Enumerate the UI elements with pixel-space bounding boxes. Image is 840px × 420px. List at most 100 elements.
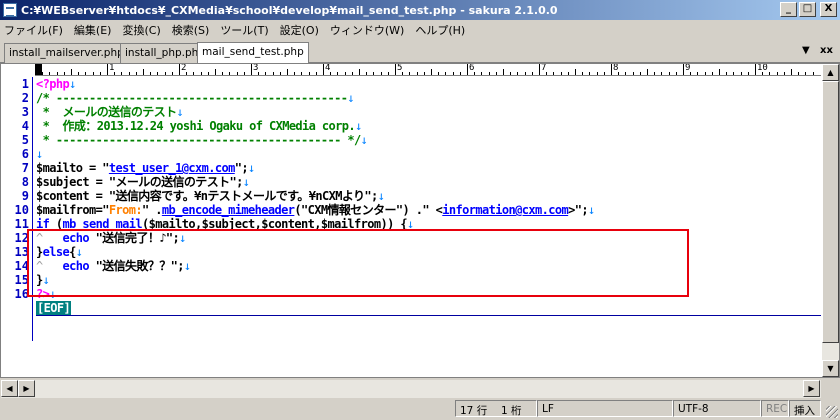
line-number: 13 xyxy=(14,245,29,259)
ruler-tick xyxy=(488,72,490,75)
line-number: 7 xyxy=(21,161,29,175)
ruler-tick xyxy=(279,72,281,75)
ruler-tick xyxy=(661,72,663,75)
menu-edit[interactable]: 編集(E) xyxy=(74,22,112,38)
menu-tools[interactable]: ツール(T) xyxy=(220,22,268,38)
ruler-tick xyxy=(337,72,339,75)
ruler-tick xyxy=(611,64,612,75)
line-number: 8 xyxy=(21,175,29,189)
ruler-number: 6 xyxy=(469,64,475,73)
app-icon[interactable] xyxy=(3,3,17,17)
mailfrom-link[interactable]: information@cxm.com xyxy=(442,203,568,217)
tab-list-dropdown-icon[interactable]: ▼ xyxy=(802,45,810,56)
ruler-tick xyxy=(596,72,598,75)
ruler-tick xyxy=(366,72,368,75)
menu-search[interactable]: 検索(S) xyxy=(172,22,210,38)
ruler-tick xyxy=(481,72,483,75)
ruler-tick xyxy=(251,64,252,75)
ruler-tick xyxy=(704,72,706,75)
ruler-tick xyxy=(510,72,512,75)
scroll-left-icon[interactable]: ◀ xyxy=(1,380,18,397)
ruler-tick xyxy=(294,72,296,75)
horizontal-scrollbar[interactable]: ◀ ▶ ▶ xyxy=(1,380,821,398)
close-all-tabs-button[interactable]: xx xyxy=(820,45,833,56)
ruler-tick xyxy=(452,72,454,75)
maximize-button[interactable]: □ xyxy=(799,2,816,17)
ruler-tick xyxy=(560,72,562,75)
menu-settings[interactable]: 設定(O) xyxy=(280,22,319,38)
ruler-tick xyxy=(459,72,461,75)
ruler-tick xyxy=(315,72,317,75)
highlight-annotation-box xyxy=(27,229,689,297)
column-ruler: 1 2 3 4 5 6 7 8 9 10 xyxy=(35,64,821,76)
line-number: 12 xyxy=(14,231,29,245)
menu-convert[interactable]: 変換(C) xyxy=(122,22,160,38)
scroll-right-icon[interactable]: ▶ xyxy=(803,380,820,397)
ruler-tick xyxy=(179,64,180,75)
close-button[interactable]: X xyxy=(820,2,837,17)
ruler-tick xyxy=(711,72,713,75)
ruler-tick xyxy=(395,64,396,75)
ruler-tick xyxy=(531,72,533,75)
ruler-tick xyxy=(63,72,65,75)
line-number: 9 xyxy=(21,189,29,203)
ruler-tick xyxy=(135,72,137,75)
ruler-number: 9 xyxy=(685,64,691,73)
ruler-tick xyxy=(812,72,814,75)
scroll-right-arrow-icon[interactable]: ▶ xyxy=(18,380,35,397)
ruler-tick xyxy=(697,72,699,75)
tab-mail-send-test[interactable]: mail_send_test.php xyxy=(197,42,309,64)
ruler-tick xyxy=(49,72,51,75)
code-line-6: ↓ xyxy=(36,147,43,161)
code-line-10: $mailfrom="From:" .mb_encode_mimeheader(… xyxy=(36,203,595,217)
menu-window[interactable]: ウィンドウ(W) xyxy=(330,22,404,38)
ruler-tick xyxy=(553,72,555,75)
encoding: UTF-8 xyxy=(673,400,761,417)
ruler-tick xyxy=(323,64,324,75)
minimize-button[interactable]: _ xyxy=(780,2,797,17)
line-number: 16 xyxy=(14,287,29,301)
ruler-tick xyxy=(71,69,72,75)
ruler-tick xyxy=(301,72,303,75)
ruler-tick xyxy=(776,72,778,75)
vertical-scroll-thumb[interactable] xyxy=(822,81,839,343)
line-number-gutter: 1 2 3 4 5 6 7 8 9 10 11 12 13 14 15 16 xyxy=(1,77,35,357)
tab-install-mailserver[interactable]: install_mailserver.php xyxy=(4,43,129,63)
resize-grip-icon[interactable] xyxy=(826,406,838,418)
code-line-8: $subject = "メールの送信のテスト";↓ xyxy=(36,175,250,189)
vertical-scrollbar[interactable]: ▲ ▼ xyxy=(821,64,839,377)
ruler-tick xyxy=(92,72,94,75)
title-bar[interactable]: C:¥WEBserver¥htdocs¥_CXMedia¥school¥deve… xyxy=(0,0,840,20)
ruler-number: 8 xyxy=(613,64,619,73)
editor-area[interactable]: 1 2 3 4 5 6 7 8 9 10 1 2 3 4 5 6 7 8 9 10 11 12 13 14 15 16 <?ph… xyxy=(0,63,840,398)
ruler-tick xyxy=(222,72,224,75)
code-line-1: <?php↓ xyxy=(36,77,76,91)
ruler-tick xyxy=(503,69,504,75)
scroll-down-icon[interactable]: ▼ xyxy=(822,360,839,377)
ruler-tick xyxy=(265,72,267,75)
ruler-tick xyxy=(143,69,144,75)
ruler-tick xyxy=(719,69,720,75)
scroll-up-icon[interactable]: ▲ xyxy=(822,64,839,81)
ruler-tick xyxy=(740,72,742,75)
line-number: 11 xyxy=(14,217,29,231)
menu-help[interactable]: ヘルプ(H) xyxy=(415,22,465,38)
ruler-tick xyxy=(287,69,288,75)
ruler-tick xyxy=(387,72,389,75)
ruler-tick xyxy=(107,64,108,75)
gutter-divider xyxy=(32,77,33,341)
ruler-tick xyxy=(308,72,310,75)
ruler-tick xyxy=(380,72,382,75)
ruler-tick xyxy=(575,69,576,75)
code-line-9: $content = "送信内容です。¥nテストメールです。¥nCXMより";↓ xyxy=(36,189,385,203)
ruler-number: 10 xyxy=(757,64,768,73)
ruler-tick xyxy=(171,72,173,75)
code-line-17: [EOF] xyxy=(36,301,72,315)
code-content[interactable]: <?php↓ /* ------------------------------… xyxy=(36,77,821,359)
ruler-tick xyxy=(35,64,36,75)
ruler-tick xyxy=(128,72,130,75)
ruler-tick xyxy=(805,72,807,75)
menu-file[interactable]: ファイル(F) xyxy=(4,22,63,38)
ruler-number: 7 xyxy=(541,64,547,73)
mailto-link[interactable]: test_user_1@cxm.com xyxy=(109,161,235,175)
